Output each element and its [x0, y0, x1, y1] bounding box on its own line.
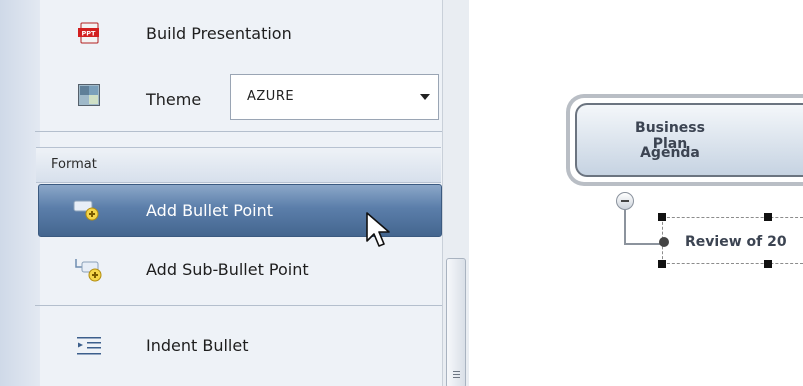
theme-icon	[78, 84, 100, 106]
bullet-pin-icon	[659, 237, 669, 247]
resize-handle[interactable]	[658, 260, 666, 268]
theme-dropdown[interactable]: AZURE	[230, 74, 439, 120]
grip-line	[453, 374, 460, 375]
icon-gutter	[0, 0, 40, 386]
dropdown-arrow-icon[interactable]	[420, 94, 430, 100]
task-panel: PPT Build Presentation Theme AZURE Forma…	[0, 0, 469, 386]
theme-dropdown-value: AZURE	[247, 89, 295, 104]
grip-line	[453, 377, 460, 378]
mouse-cursor-icon	[366, 212, 390, 247]
build-presentation-label: Build Presentation	[146, 24, 292, 43]
connector-line	[624, 210, 626, 245]
resize-handle[interactable]	[658, 213, 666, 221]
indent-bullet-label: Indent Bullet	[146, 336, 249, 355]
svg-text:PPT: PPT	[82, 30, 97, 38]
main-node-title-line2: Agenda	[640, 145, 700, 161]
add-bullet-point-label: Add Bullet Point	[146, 201, 273, 220]
ppt-icon: PPT	[78, 22, 99, 44]
collapse-toggle-button[interactable]	[616, 192, 634, 210]
format-section-header[interactable]: Format	[36, 147, 441, 183]
grip-line	[453, 371, 460, 372]
diagram-canvas[interactable]	[470, 0, 803, 386]
divider	[35, 305, 442, 306]
add-sub-bullet-icon	[75, 259, 102, 282]
theme-label: Theme	[146, 90, 202, 109]
build-presentation-item[interactable]: PPT Build Presentation	[40, 10, 442, 58]
add-sub-bullet-point-label: Add Sub-Bullet Point	[146, 260, 309, 279]
indent-icon	[77, 337, 101, 355]
indent-bullet-item[interactable]: Indent Bullet	[40, 322, 442, 370]
resize-handle[interactable]	[764, 260, 772, 268]
child-node-text: Review of 20	[685, 234, 787, 250]
resize-handle[interactable]	[764, 213, 772, 221]
divider	[35, 131, 442, 132]
add-bullet-icon	[73, 200, 99, 221]
add-sub-bullet-point-item[interactable]: Add Sub-Bullet Point	[40, 246, 442, 294]
format-section-title: Format	[51, 157, 97, 172]
scrollbar-thumb[interactable]	[446, 258, 466, 386]
